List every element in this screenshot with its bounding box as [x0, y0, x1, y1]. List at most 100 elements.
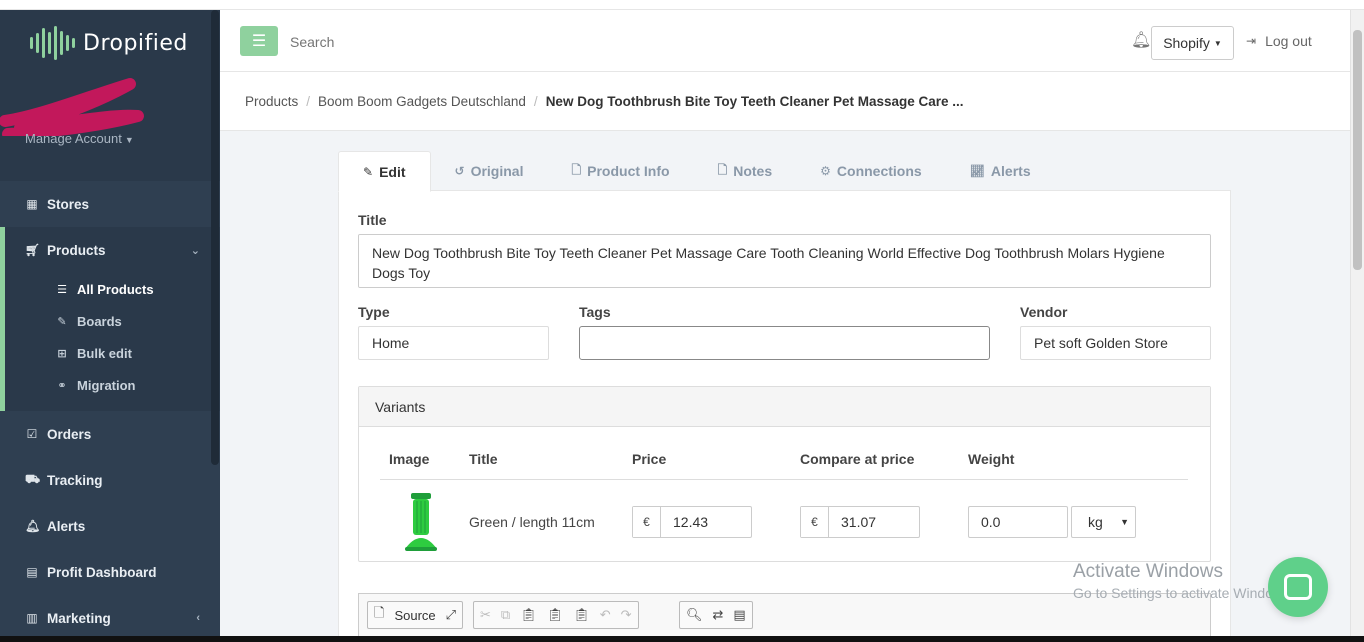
breadcrumb-item-store[interactable]: Boom Boom Gadgets Deutschland: [318, 94, 526, 109]
vendor-input[interactable]: [1020, 326, 1211, 360]
tags-input[interactable]: [579, 326, 990, 360]
cut-icon[interactable]: ✂: [480, 607, 491, 623]
store-selector-label: Shopify: [1163, 35, 1210, 51]
sidebar-item-stores[interactable]: ▦ Stores: [0, 181, 220, 227]
weight-unit-select[interactable]: kg ▼: [1071, 506, 1136, 538]
tab-original[interactable]: ↺ Original: [431, 151, 548, 191]
tab-label: Original: [470, 163, 524, 179]
sidebar-subitem-bulk-edit[interactable]: ⊞ Bulk edit: [5, 337, 220, 369]
column-header-compare-price: Compare at price: [800, 451, 915, 467]
tab-label: Notes: [733, 163, 773, 179]
variants-heading: Variants: [359, 387, 1210, 427]
store-selector-dropdown[interactable]: Shopify ▼: [1151, 26, 1234, 60]
search-input[interactable]: [290, 30, 590, 54]
sidebar-subitem-migration[interactable]: ⚭ Migration: [5, 369, 220, 401]
euro-icon: €: [801, 507, 829, 537]
editor-toolbar-group-source: 🗋 Source ⤢: [367, 601, 464, 629]
title-label: Title: [358, 212, 387, 228]
chevron-left-icon: ‹: [196, 612, 200, 624]
redo-icon[interactable]: ↷: [621, 607, 632, 623]
tab-label: Alerts: [990, 163, 1031, 179]
edit-icon: ✎: [363, 164, 374, 179]
notification-bell-icon[interactable]: 🔔︎: [1131, 30, 1151, 50]
hamburger-icon: ☰: [251, 33, 267, 50]
sidebar-item-label: Orders: [47, 426, 92, 442]
column-header-image: Image: [389, 451, 430, 467]
sidebar-item-profit-dashboard[interactable]: ▤ Profit Dashboard: [0, 549, 220, 595]
price-input-group[interactable]: € 12.43: [632, 506, 752, 538]
manage-account-dropdown[interactable]: Manage Account ▼: [25, 131, 134, 146]
vendor-label: Vendor: [1020, 304, 1068, 320]
paste-icon[interactable]: 📋︎: [520, 607, 537, 623]
type-input[interactable]: [358, 326, 549, 360]
compare-price-input-group[interactable]: € 31.07: [800, 506, 920, 538]
grid-icon: ▦: [26, 197, 38, 211]
redaction-scribble: [0, 78, 144, 136]
sidebar-item-label: Marketing: [47, 610, 111, 626]
sidebar-subitem-label: Migration: [77, 377, 136, 393]
bell-icon: 🔔︎: [25, 519, 41, 533]
os-taskbar: [0, 636, 1364, 642]
sidebar-subitem-all-products[interactable]: ☰ All Products: [5, 273, 220, 305]
maximize-icon[interactable]: ⤢: [446, 607, 456, 623]
history-icon: ↺: [454, 164, 465, 178]
logout-link[interactable]: ⇥ Log out: [1246, 33, 1312, 49]
column-header-weight: Weight: [968, 451, 1015, 467]
tab-product-info[interactable]: 🗋 Product Info: [547, 151, 693, 191]
variant-image[interactable]: [399, 491, 443, 553]
logout-label: Log out: [1265, 33, 1312, 49]
cogs-icon: ⚙: [820, 164, 831, 178]
paste-text-icon[interactable]: 📋︎: [547, 607, 564, 623]
sidebar-group-products: 🛒︎ Products ⌄ ☰ All Products ✎ Boards ⊞ …: [0, 227, 220, 411]
breadcrumb: Products / Boom Boom Gadgets Deutschland…: [220, 72, 1350, 131]
calendar-check-icon: ☑: [26, 427, 38, 441]
page-scrollbar[interactable]: [1350, 10, 1364, 642]
sidebar-item-orders[interactable]: ☑ Orders: [0, 411, 220, 457]
caret-down-icon: ▼: [1213, 38, 1222, 48]
activate-windows-title: Activate Windows: [1073, 561, 1223, 582]
copy-icon[interactable]: ⧉: [501, 607, 510, 623]
sign-out-icon: ⇥: [1246, 34, 1257, 48]
list-icon: ☰: [57, 283, 67, 296]
sidebar-item-products[interactable]: 🛒︎ Products ⌄: [5, 227, 220, 273]
undo-icon[interactable]: ↶: [600, 607, 611, 623]
title-textarea[interactable]: New Dog Toothbrush Bite Toy Teeth Cleane…: [358, 234, 1211, 288]
sidebar-item-alerts[interactable]: 🔔︎ Alerts: [0, 503, 220, 549]
breadcrumb-separator: /: [306, 93, 311, 109]
sidebar-scrollbar[interactable]: [211, 10, 219, 465]
paste-word-icon[interactable]: 📋︎: [573, 607, 590, 623]
sidebar-subitem-boards[interactable]: ✎ Boards: [5, 305, 220, 337]
page-scrollbar-thumb[interactable]: [1353, 30, 1362, 270]
weight-unit-value: kg: [1088, 514, 1103, 530]
chevron-down-icon: ⌄: [190, 244, 200, 257]
tab-notes[interactable]: 🗋 Notes: [694, 151, 797, 191]
column-header-title: Title: [469, 451, 498, 467]
tab-edit[interactable]: ✎ Edit: [338, 151, 431, 192]
price-input[interactable]: 12.43: [661, 507, 708, 537]
browser-bookmark-strip: [0, 0, 1364, 10]
sidebar-item-tracking[interactable]: ⛟ Tracking: [0, 457, 220, 503]
tab-label: Product Info: [587, 163, 670, 179]
source-button[interactable]: Source: [394, 608, 435, 623]
chat-widget-button[interactable]: [1268, 557, 1328, 617]
activate-windows-subtitle: Go to Settings to activate Windows.: [1073, 585, 1294, 601]
breadcrumb-item-products[interactable]: Products: [245, 94, 298, 109]
find-icon[interactable]: 🔍︎: [686, 607, 703, 623]
cart-icon: 🛒︎: [25, 243, 41, 257]
sidebar-item-label: Tracking: [47, 472, 103, 488]
select-all-icon[interactable]: ▤: [733, 607, 745, 623]
sidebar-item-label: Profit Dashboard: [47, 564, 157, 580]
column-header-price: Price: [632, 451, 667, 467]
sidebar-item-marketing[interactable]: ▥ Marketing ‹: [0, 595, 220, 641]
replace-icon[interactable]: ⇄: [713, 607, 724, 623]
menu-toggle-button[interactable]: ☰: [240, 26, 278, 56]
euro-icon: €: [633, 507, 661, 537]
weight-input[interactable]: 0.0: [968, 506, 1068, 538]
top-header: ☰ 🔔︎ Shopify▼ ⇥ Log out: [220, 10, 1350, 72]
calculator-icon: ▤: [26, 565, 38, 579]
brand-logo[interactable]: Dropified: [30, 26, 188, 60]
variants-panel: Variants Image Title Price Compare at pr…: [358, 386, 1211, 562]
tab-alerts[interactable]: 📈︎ Alerts: [946, 151, 1055, 191]
tab-connections[interactable]: ⚙ Connections: [796, 151, 946, 191]
compare-price-input[interactable]: 31.07: [829, 507, 876, 537]
